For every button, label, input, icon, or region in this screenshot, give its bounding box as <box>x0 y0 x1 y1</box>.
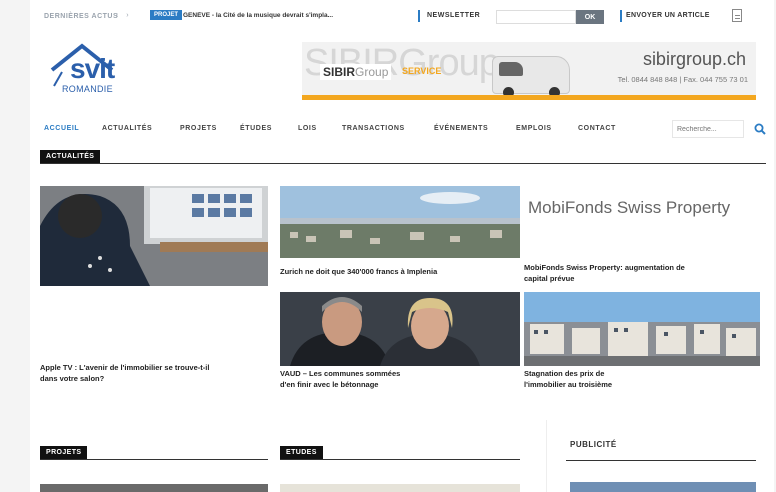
section-label: ETUDES <box>280 446 323 460</box>
nav-item-projets[interactable]: PROJETS <box>180 125 217 132</box>
nav-item-etudes[interactable]: ÉTUDES <box>240 125 272 132</box>
ticker-tag[interactable]: PROJET <box>150 10 183 20</box>
document-icon[interactable] <box>732 9 742 22</box>
send-article-link[interactable]: ENVOYER UN ARTICLE <box>626 12 710 19</box>
advertising-image[interactable] <box>570 482 756 492</box>
section-label: PROJETS <box>40 446 88 460</box>
main-nav: ACCUEIL ACTUALITÉS PROJETS ÉTUDES LOIS T… <box>30 118 774 142</box>
advertising-label: PUBLICITÉ <box>570 440 617 449</box>
caption-line: capital prévue <box>524 274 575 283</box>
living-room-photo <box>40 186 268 286</box>
article-caption-apple-tv[interactable]: Apple TV : L'avenir de l'immobilier se t… <box>40 362 272 384</box>
top-bar: DERNIÈRES ACTUS ‹ › PROJET GENÈVE - la C… <box>30 0 774 34</box>
banner-brand: sibirgroup.ch <box>642 49 746 69</box>
caption-line: l'immobilier au troisième <box>524 380 613 389</box>
article-image-mobifonds[interactable]: MobiFonds Swiss Property <box>524 186 760 258</box>
divider <box>620 10 622 22</box>
caption-line: Stagnation des prix de <box>524 369 605 378</box>
nav-item-accueil[interactable]: ACCUEIL <box>44 125 79 132</box>
search-input[interactable] <box>672 120 744 138</box>
page: DERNIÈRES ACTUS ‹ › PROJET GENÈVE - la C… <box>30 0 774 492</box>
etudes-teaser-image[interactable] <box>280 484 520 492</box>
van-image <box>492 56 570 98</box>
van-window <box>499 62 523 76</box>
article-image-stagnation[interactable] <box>524 292 760 366</box>
section-label: ACTUALITÉS <box>40 150 101 164</box>
projets-teaser-image[interactable] <box>40 484 268 492</box>
article-caption-stagnation[interactable]: Stagnation des prix de l'immobilier au t… <box>524 368 760 390</box>
newsletter-ok-button[interactable]: OK <box>576 10 604 24</box>
banner-logo-light: Group <box>355 65 389 79</box>
section-rule <box>566 460 756 461</box>
section-header-actualites: ACTUALITÉS <box>40 150 766 164</box>
banner-logo-bold: SIBIR <box>323 65 356 79</box>
article-caption-zurich[interactable]: Zurich ne doit que 340'000 francs à Impl… <box>280 266 520 277</box>
nav-item-lois[interactable]: LOIS <box>298 125 317 132</box>
section-header-projets: PROJETS <box>40 446 268 460</box>
caption-line: VAUD – Les communes sommées <box>280 369 401 378</box>
caption-line: MobiFonds Swiss Property: augmentation d… <box>524 263 685 272</box>
sidebar-divider <box>546 420 547 492</box>
logo-wordmark: svit <box>70 53 115 84</box>
banner-logo: SIBIRGroup <box>320 64 392 80</box>
nav-item-evenements[interactable]: ÉVÉNEMENTS <box>434 125 488 132</box>
logo-subtitle: ROMANDIE <box>62 84 113 94</box>
article-image-apple-tv[interactable] <box>40 186 268 286</box>
divider <box>418 10 420 22</box>
section-rule <box>40 163 766 164</box>
site-logo[interactable]: svit ROMANDIE <box>44 42 130 98</box>
banner-ad[interactable]: SIBIRGroup SIBIRGroup SERVICE sibirgroup… <box>302 42 756 100</box>
caption-line: Apple TV : L'avenir de l'immobilier se t… <box>40 363 210 372</box>
caption-line: dans votre salon? <box>40 374 105 383</box>
ticker-headline[interactable]: GENÈVE - la Cité de la musique devrait s… <box>183 12 393 19</box>
banner-service-label: SERVICE <box>402 66 442 76</box>
nav-item-transactions[interactable]: TRANSACTIONS <box>342 125 405 132</box>
section-rule <box>40 459 268 460</box>
newsletter-email-input[interactable] <box>496 10 576 24</box>
banner-contact: Tel. 0844 848 848 | Fax. 044 755 73 01 <box>617 75 748 84</box>
caption-line: d'en finir avec le bétonnage <box>280 380 379 389</box>
nav-item-emplois[interactable]: EMPLOIS <box>516 125 552 132</box>
section-header-etudes: ETUDES <box>280 446 520 460</box>
article-caption-vaud[interactable]: VAUD – Les communes sommées d'en finir a… <box>280 368 520 390</box>
ticker-arrows[interactable]: ‹ › <box>116 12 132 19</box>
latest-news-label: DERNIÈRES ACTUS <box>44 13 119 20</box>
two-people-photo <box>280 292 520 366</box>
city-buildings-photo <box>524 292 760 366</box>
caption-line: Zurich ne doit que 340'000 francs à Impl… <box>280 267 438 276</box>
city-panorama-photo <box>280 186 520 258</box>
banner-stripe <box>302 95 756 100</box>
article-caption-mobifonds[interactable]: MobiFonds Swiss Property: augmentation d… <box>524 262 760 284</box>
search-icon[interactable] <box>754 123 766 135</box>
article-image-vaud[interactable] <box>280 292 520 366</box>
section-rule <box>280 459 520 460</box>
mobifonds-image-text: MobiFonds Swiss Property <box>528 198 731 217</box>
article-image-zurich[interactable] <box>280 186 520 258</box>
nav-item-contact[interactable]: CONTACT <box>578 125 616 132</box>
nav-item-actualites[interactable]: ACTUALITÉS <box>102 125 152 132</box>
newsletter-label: NEWSLETTER <box>427 12 481 19</box>
